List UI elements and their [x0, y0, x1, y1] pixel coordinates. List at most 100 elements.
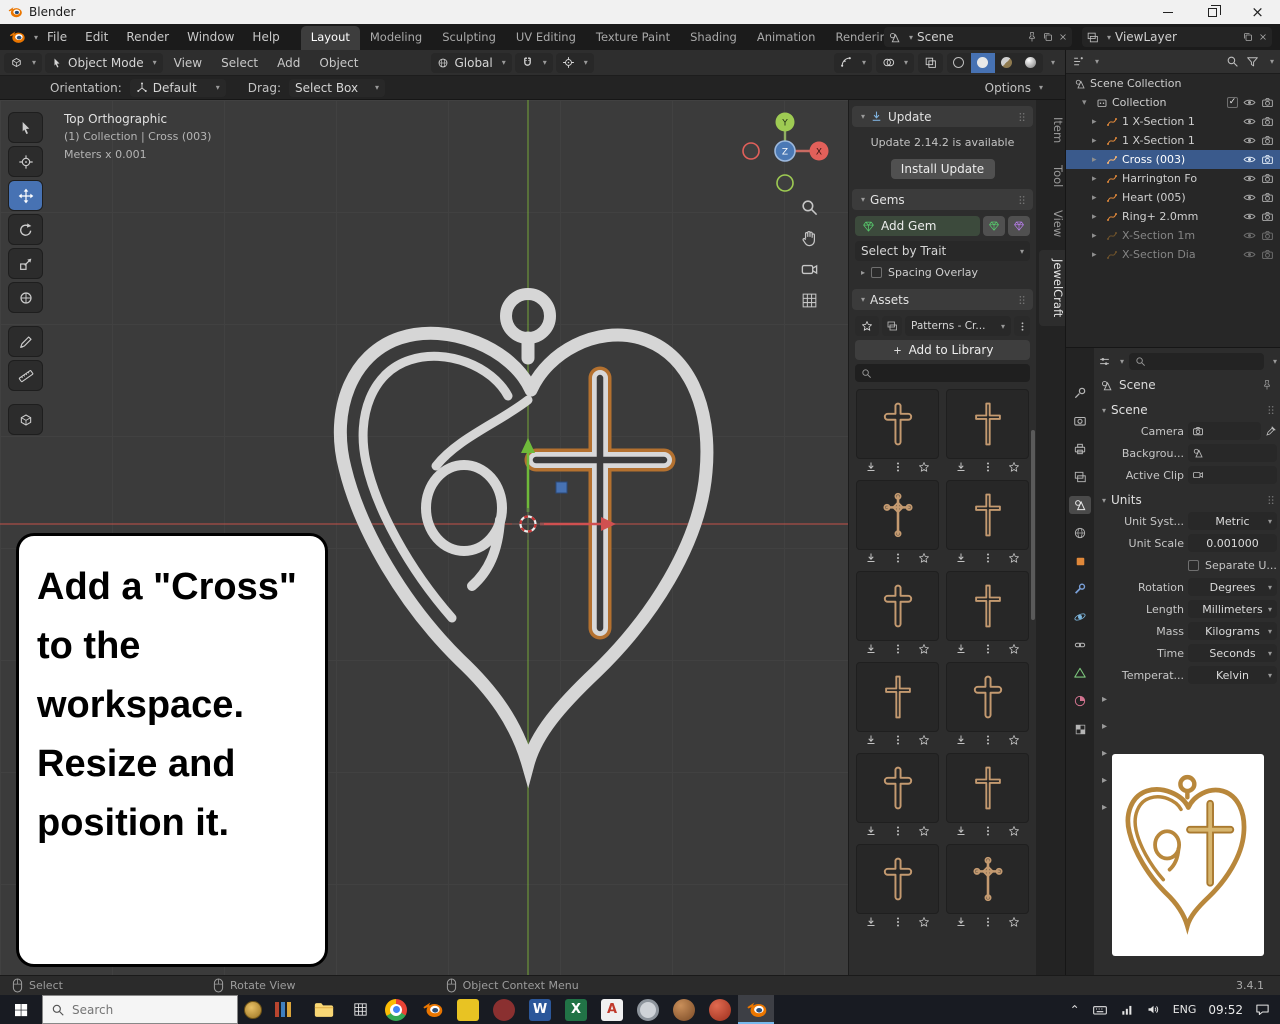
minimize-button[interactable] [1145, 0, 1190, 24]
download-icon[interactable] [865, 734, 877, 746]
cross-pattern-thumbnail[interactable] [856, 480, 939, 550]
properties-search-field[interactable] [1129, 353, 1264, 370]
asset-pattern-item[interactable] [946, 844, 1029, 928]
tab-item[interactable]: Item [1039, 108, 1065, 152]
favorite-star-icon[interactable] [1008, 643, 1020, 655]
download-icon[interactable] [955, 552, 967, 564]
taskbar-excel[interactable]: X [558, 995, 594, 1024]
hide-eye-icon[interactable] [1243, 191, 1256, 204]
menu-dots-icon[interactable] [982, 734, 994, 746]
taskbar-apps-grid[interactable] [342, 995, 378, 1024]
properties-tab-object-data[interactable] [1069, 664, 1091, 682]
zoom-icon[interactable] [800, 198, 819, 217]
expand-caret[interactable]: ▸ [1092, 231, 1102, 241]
tab-layout[interactable]: Layout [301, 26, 360, 50]
properties-tab-render[interactable] [1069, 412, 1091, 430]
orientation-default-dropdown[interactable]: Default ▾ [130, 79, 226, 97]
taskbar-file-explorer[interactable] [306, 995, 342, 1024]
asset-search-field[interactable] [855, 364, 1030, 382]
add-gem-button[interactable]: Add Gem [855, 216, 980, 236]
menu-dots-icon[interactable] [892, 734, 904, 746]
download-icon[interactable] [865, 461, 877, 473]
mass-dropdown[interactable]: Kilograms▾ [1188, 622, 1277, 640]
unit-system-dropdown[interactable]: Metric▾ [1188, 512, 1277, 530]
expand-caret[interactable]: ▸ [1092, 250, 1102, 260]
properties-tab-world[interactable] [1069, 524, 1091, 542]
notification-center-icon[interactable] [1255, 1002, 1270, 1017]
favorite-star-icon[interactable] [918, 734, 930, 746]
menu-dots-icon[interactable] [982, 643, 994, 655]
update-panel-header[interactable]: ▾ Update [852, 106, 1033, 127]
hide-eye-icon[interactable] [1243, 229, 1256, 242]
taskbar-chrome[interactable] [378, 995, 414, 1024]
tab-sculpting[interactable]: Sculpting [432, 26, 506, 50]
properties-tab-physics[interactable] [1069, 608, 1091, 626]
asset-pattern-item[interactable] [856, 571, 939, 655]
taskbar-word[interactable]: W [522, 995, 558, 1024]
select-box-tool[interactable] [8, 112, 43, 143]
cross-object[interactable] [536, 378, 664, 628]
tab-tool[interactable]: Tool [1039, 156, 1065, 196]
asset-pattern-item[interactable] [856, 662, 939, 746]
expand-caret[interactable]: ▸ [1092, 212, 1102, 222]
remove-viewlayer-icon[interactable] [1258, 32, 1268, 42]
gizmo-dropdown[interactable]: ▾ [834, 53, 872, 73]
pin-icon[interactable] [1026, 31, 1038, 43]
toggle-perspective-grid-icon[interactable] [800, 291, 819, 310]
menu-file[interactable]: File [38, 30, 76, 44]
download-icon[interactable] [955, 825, 967, 837]
menu-help[interactable]: Help [243, 30, 288, 44]
hide-eye-icon[interactable] [1243, 153, 1256, 166]
properties-tab-texture[interactable] [1069, 720, 1091, 738]
asset-pattern-item[interactable] [946, 480, 1029, 564]
active-clip-field[interactable] [1188, 466, 1277, 484]
viewlayer-selector[interactable]: ▾ ViewLayer [1082, 27, 1272, 47]
properties-tab-constraints[interactable] [1069, 636, 1091, 654]
time-dropdown[interactable]: Seconds▾ [1188, 644, 1277, 662]
shading-solid-button[interactable] [971, 53, 995, 73]
favorite-star-icon[interactable] [1008, 552, 1020, 564]
tab-shading[interactable]: Shading [680, 26, 747, 50]
properties-tab-viewlayer[interactable] [1069, 468, 1091, 486]
editor-type-button[interactable]: ▾ [4, 53, 42, 73]
menu-dots-icon[interactable] [982, 552, 994, 564]
rotate-tool[interactable] [8, 214, 43, 245]
render-camera-icon[interactable] [1261, 134, 1274, 147]
outliner-row-object[interactable]: ▸ Harrington Fo [1066, 169, 1280, 188]
properties-tab-tool[interactable] [1069, 384, 1091, 402]
menu-edit[interactable]: Edit [76, 30, 117, 44]
tab-modeling[interactable]: Modeling [360, 26, 432, 50]
menu-dots-icon[interactable] [892, 552, 904, 564]
download-icon[interactable] [955, 461, 967, 473]
properties-tab-scene[interactable] [1069, 496, 1091, 514]
render-camera-icon[interactable] [1261, 153, 1274, 166]
menu-dots-icon[interactable] [982, 825, 994, 837]
outliner-row-object-hidden[interactable]: ▸ X-Section 1m [1066, 226, 1280, 245]
expand-caret[interactable]: ▸ [1092, 174, 1102, 184]
collapsed-panel-caret[interactable]: ▸ [1098, 686, 1277, 713]
new-scene-icon[interactable] [1042, 31, 1054, 43]
tab-uv-editing[interactable]: UV Editing [506, 26, 586, 50]
viewlayer-browse-icon[interactable] [1086, 31, 1099, 44]
expand-caret[interactable]: ▸ [1092, 136, 1102, 146]
download-icon[interactable] [955, 643, 967, 655]
outliner-row-collection[interactable]: ▾ Collection ✓ [1066, 93, 1280, 112]
gizmo-negx-ball[interactable] [743, 143, 759, 159]
restore-button[interactable] [1190, 0, 1235, 24]
move-gizmo-y-arrow[interactable] [521, 438, 535, 453]
add-cube-tool[interactable] [8, 404, 43, 435]
volume-icon[interactable] [1146, 1002, 1161, 1017]
menu-dots-icon[interactable] [892, 825, 904, 837]
hide-eye-icon[interactable] [1243, 248, 1256, 261]
properties-filter-caret[interactable]: ▾ [1273, 357, 1277, 366]
download-icon[interactable] [865, 916, 877, 928]
asset-pattern-item[interactable] [856, 844, 939, 928]
cross-pattern-thumbnail[interactable] [946, 753, 1029, 823]
xray-toggle[interactable] [918, 53, 943, 73]
shading-material-button[interactable] [995, 53, 1019, 73]
menu-add[interactable]: Add [269, 56, 308, 70]
language-indicator[interactable]: ENG [1173, 1003, 1197, 1016]
collection-checkbox[interactable]: ✓ [1227, 97, 1238, 108]
asset-pattern-item[interactable] [946, 753, 1029, 837]
library-display-button[interactable] [882, 316, 902, 336]
